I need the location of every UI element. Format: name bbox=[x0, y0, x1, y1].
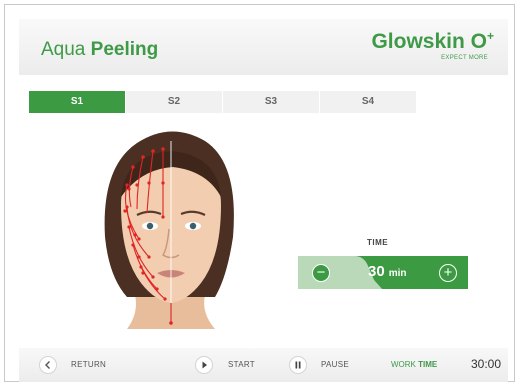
work-time-value: 30:00 bbox=[471, 357, 502, 371]
return-button[interactable] bbox=[39, 356, 57, 374]
time-increase-button[interactable]: + bbox=[439, 264, 457, 282]
step-tabs: S1 S2 S3 S4 bbox=[29, 91, 507, 113]
brand-slogan: EXPECT MORE bbox=[441, 55, 488, 61]
time-control: − 30 min + bbox=[298, 256, 468, 289]
pause-label[interactable]: PAUSE bbox=[321, 360, 349, 369]
device-screen: Aqua Peeling Glowskin O+ EXPECT MORE S1 … bbox=[4, 4, 515, 382]
pause-icon bbox=[295, 361, 301, 369]
brand-logo: Glowskin O+ bbox=[371, 29, 494, 54]
header-bar: Aqua Peeling Glowskin O+ EXPECT MORE bbox=[19, 19, 508, 75]
tab-s4[interactable]: S4 bbox=[320, 91, 416, 113]
work-time-label-light: WORK bbox=[391, 360, 416, 369]
chevron-left-icon bbox=[45, 361, 50, 369]
time-unit: min bbox=[388, 268, 407, 279]
start-label[interactable]: START bbox=[228, 360, 255, 369]
pause-button[interactable] bbox=[289, 356, 307, 374]
brand-plus: + bbox=[486, 29, 494, 43]
work-time-label-bold: TIME bbox=[418, 360, 438, 369]
work-time-label: WORK TIME bbox=[391, 360, 437, 369]
start-button[interactable] bbox=[195, 356, 213, 374]
time-decrease-button[interactable]: − bbox=[312, 264, 330, 282]
program-title: Aqua Peeling bbox=[41, 39, 158, 61]
program-title-light: Aqua bbox=[41, 39, 86, 60]
face-treatment-diagram bbox=[104, 131, 234, 329]
tab-s3[interactable]: S3 bbox=[223, 91, 319, 113]
tab-spacer bbox=[417, 91, 507, 113]
tab-s1[interactable]: S1 bbox=[29, 91, 125, 113]
tab-s2[interactable]: S2 bbox=[126, 91, 222, 113]
time-value: 30 min bbox=[368, 263, 406, 280]
footer-bar: RETURN START PAUSE WORK TIME 30:00 bbox=[19, 348, 508, 382]
play-icon bbox=[202, 361, 207, 369]
return-label[interactable]: RETURN bbox=[71, 360, 106, 369]
time-label: TIME bbox=[367, 238, 389, 247]
program-title-bold: Peeling bbox=[90, 39, 159, 60]
time-value-number: 30 bbox=[368, 263, 385, 280]
brand-name: Glowskin O bbox=[371, 30, 487, 53]
